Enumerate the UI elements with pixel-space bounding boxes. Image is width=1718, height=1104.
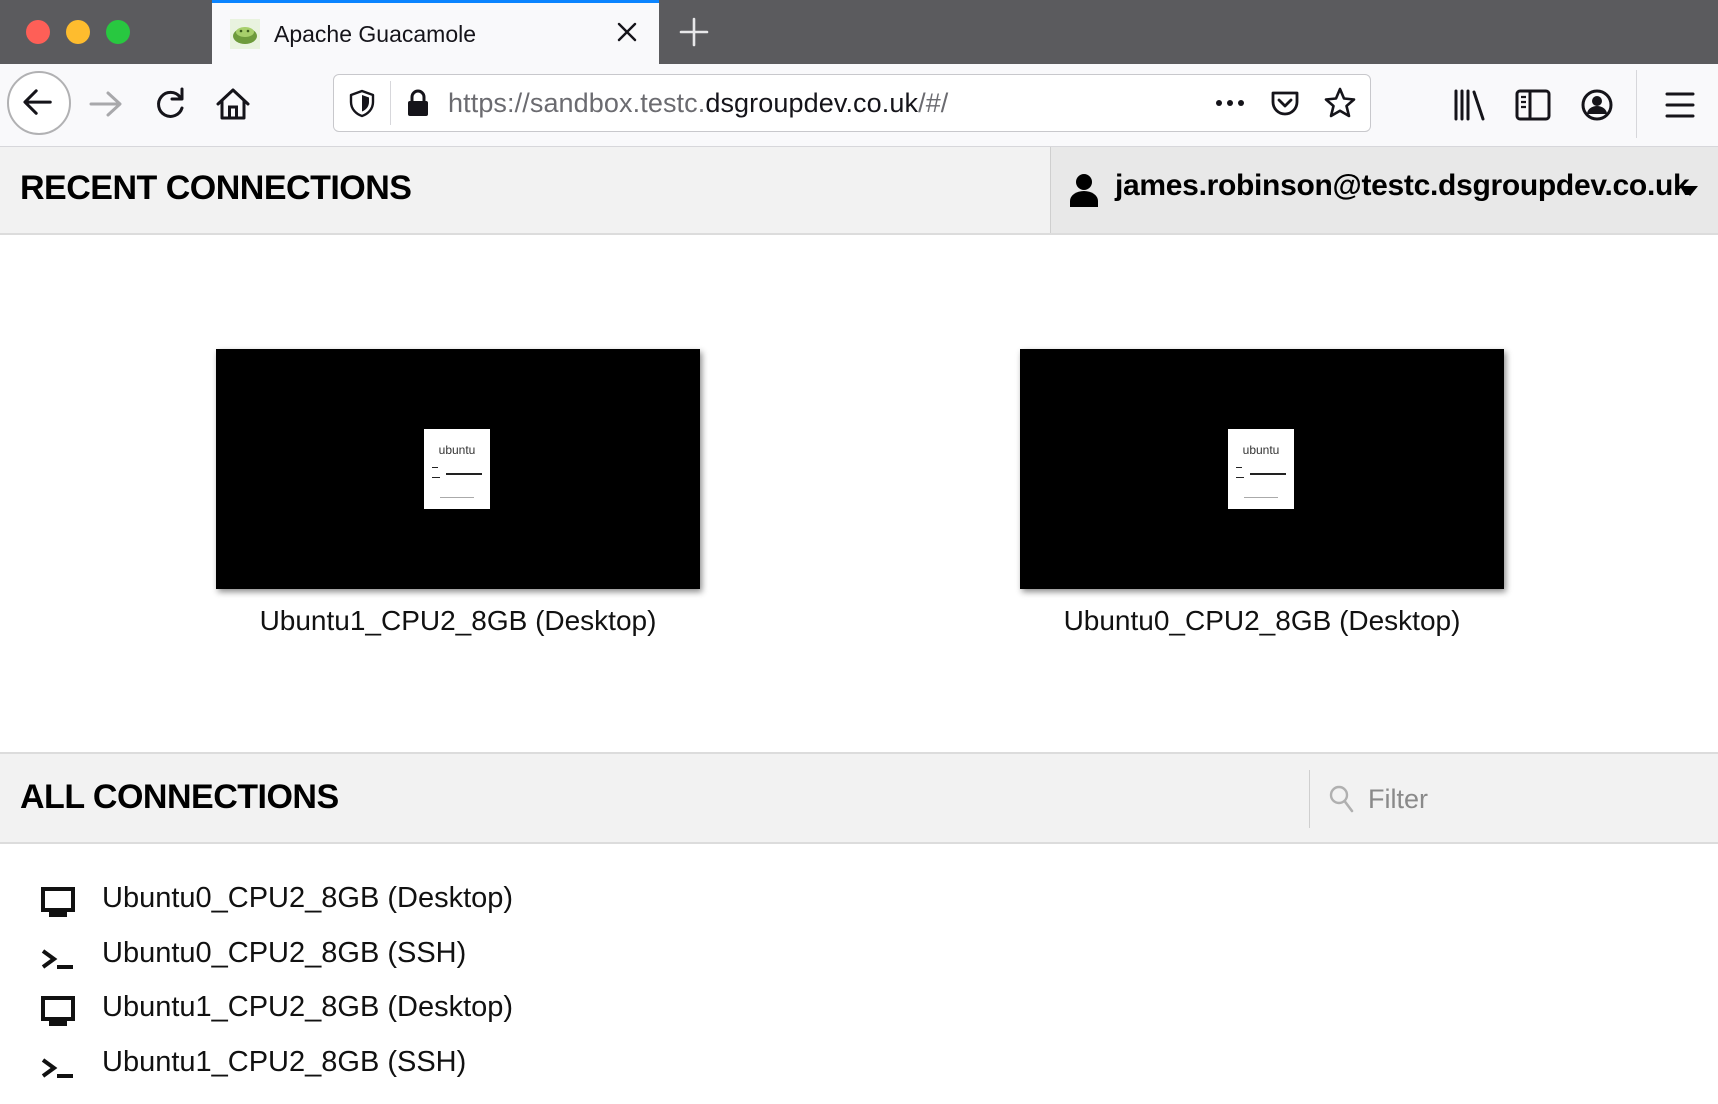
chevron-down-icon[interactable]: [1681, 185, 1699, 197]
recent-connection-name[interactable]: Ubuntu0_CPU2_8GB (Desktop): [1020, 605, 1504, 637]
sidebar-icon[interactable]: [1510, 82, 1556, 128]
login-field-line: [446, 473, 482, 475]
all-connections-title: ALL CONNECTIONS: [20, 778, 339, 816]
lock-icon[interactable]: [404, 88, 432, 118]
back-icon: [23, 89, 52, 115]
connection-name[interactable]: Ubuntu0_CPU2_8GB (SSH): [102, 937, 466, 970]
connection-name[interactable]: Ubuntu0_CPU2_8GB (Desktop): [102, 882, 513, 915]
login-label-line: [432, 467, 438, 468]
home-icon[interactable]: [210, 81, 256, 127]
toolbar-separator: [1636, 70, 1637, 138]
user-name: james.robinson@testc.dsgroupdev.co.uk: [1115, 169, 1690, 202]
list-item[interactable]: Ubuntu0_CPU2_8GB (SSH): [40, 931, 640, 986]
login-label-line: [432, 477, 440, 478]
search-icon: [1329, 785, 1354, 813]
all-connections-header: ALL CONNECTIONS: [0, 752, 1718, 844]
browser-tab[interactable]: Apache Guacamole: [212, 0, 659, 64]
url-path: /#/: [918, 88, 949, 118]
browser-toolbar: https://sandbox.testc.dsgroupdev.co.uk/#…: [0, 64, 1718, 147]
terminal-icon: [41, 1057, 73, 1078]
account-icon[interactable]: [1574, 82, 1620, 128]
forward-icon[interactable]: [83, 81, 129, 127]
recent-connections-header: RECENT CONNECTIONS james.robinson@testc.…: [0, 147, 1718, 235]
connection-list: Ubuntu0_CPU2_8GB (Desktop) Ubuntu0_CPU2_…: [40, 876, 640, 1094]
connection-thumbnail[interactable]: ubuntu: [1020, 349, 1504, 589]
more-icon[interactable]: [1212, 87, 1248, 119]
ubuntu-logo-text: ubuntu: [438, 443, 476, 457]
library-icon[interactable]: [1447, 82, 1493, 128]
url-separator: [390, 81, 391, 125]
user-icon: [1070, 174, 1098, 207]
filter-input[interactable]: [1366, 778, 1700, 820]
url-domain: dsgroupdev.co.uk: [705, 88, 919, 118]
browser-tab-strip: Apache Guacamole: [0, 0, 1718, 64]
recent-connection-name[interactable]: Ubuntu1_CPU2_8GB (Desktop): [216, 605, 700, 637]
desktop-icon: [41, 996, 75, 1026]
ubuntu-login-preview: ubuntu: [1228, 429, 1294, 509]
user-menu[interactable]: james.robinson@testc.dsgroupdev.co.uk: [1050, 147, 1718, 233]
window-zoom-button[interactable]: [106, 20, 130, 44]
ubuntu-logo-text: ubuntu: [1242, 443, 1280, 457]
login-label-line: [1236, 467, 1242, 468]
ubuntu-login-preview: ubuntu: [424, 429, 490, 509]
guacamole-favicon-icon: [230, 19, 260, 49]
window-minimize-button[interactable]: [66, 20, 90, 44]
filter-box[interactable]: [1309, 770, 1718, 828]
list-item[interactable]: Ubuntu0_CPU2_8GB (Desktop): [40, 876, 640, 931]
menu-icon[interactable]: [1657, 82, 1703, 128]
list-item[interactable]: Ubuntu1_CPU2_8GB (Desktop): [40, 985, 640, 1040]
star-icon[interactable]: [1323, 86, 1357, 120]
login-button-line: [1244, 497, 1278, 498]
url-bar[interactable]: https://sandbox.testc.dsgroupdev.co.uk/#…: [333, 74, 1371, 132]
close-icon[interactable]: [612, 17, 642, 47]
plus-icon[interactable]: [676, 14, 712, 50]
window-close-button[interactable]: [26, 20, 50, 44]
list-item[interactable]: Ubuntu1_CPU2_8GB (SSH): [40, 1040, 640, 1095]
connection-thumbnail[interactable]: ubuntu: [216, 349, 700, 589]
shield-icon[interactable]: [346, 87, 378, 119]
login-label-line: [1236, 477, 1244, 478]
desktop-icon: [41, 887, 75, 917]
login-button-line: [440, 497, 474, 498]
recent-connections-title: RECENT CONNECTIONS: [20, 169, 412, 207]
terminal-icon: [41, 948, 73, 969]
connection-name[interactable]: Ubuntu1_CPU2_8GB (SSH): [102, 1046, 466, 1079]
url-text[interactable]: https://sandbox.testc.dsgroupdev.co.uk/#…: [448, 88, 948, 119]
recent-connection-card[interactable]: ubuntu Ubuntu1_CPU2_8GB (Desktop): [216, 349, 700, 637]
tab-title: Apache Guacamole: [274, 21, 477, 47]
connection-name[interactable]: Ubuntu1_CPU2_8GB (Desktop): [102, 991, 513, 1024]
reload-icon[interactable]: [147, 81, 193, 127]
url-prefix: https://sandbox.testc.: [448, 88, 706, 118]
recent-connection-card[interactable]: ubuntu Ubuntu0_CPU2_8GB (Desktop): [1020, 349, 1504, 637]
login-field-line: [1250, 473, 1286, 475]
back-button[interactable]: [7, 71, 71, 135]
pocket-icon[interactable]: [1268, 86, 1302, 120]
